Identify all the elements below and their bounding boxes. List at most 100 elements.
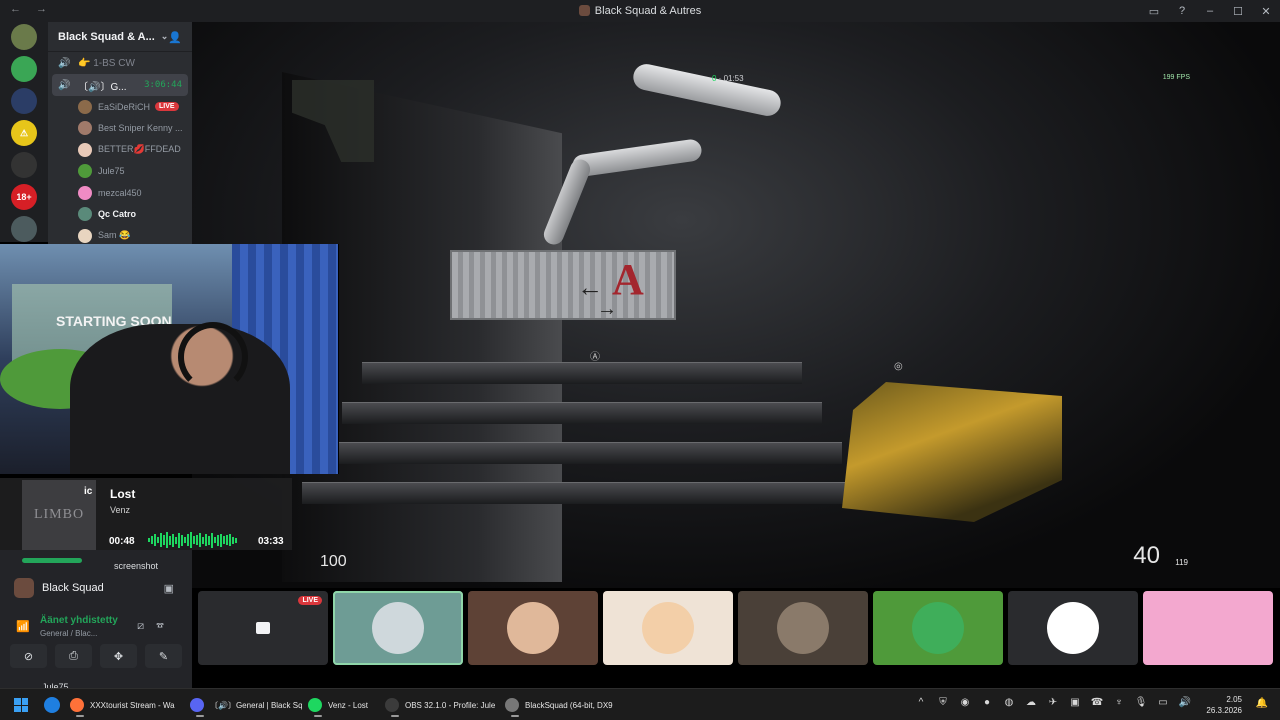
headset [178, 322, 248, 392]
maximize-button[interactable]: ☐ [1224, 0, 1252, 22]
wave-bar [199, 533, 201, 547]
tile-eye[interactable] [333, 591, 463, 665]
server-avatar [14, 578, 34, 598]
help-icon[interactable]: ? [1168, 0, 1196, 22]
screen-share-icon[interactable]: ▣ [164, 582, 174, 595]
live-badge: LIVE [298, 596, 322, 605]
voice-member[interactable]: EaSiDeRiCH LIVE [48, 96, 192, 118]
tile-stream[interactable]: LIVE [198, 591, 328, 665]
wave-bar [175, 536, 177, 544]
tray-icon[interactable]: 🔊 [1178, 697, 1192, 708]
server-icon-avatar-1[interactable] [11, 24, 37, 50]
member-name: BETTER💋FFDEAD [98, 144, 181, 155]
tray-icon[interactable]: ✈ [1046, 697, 1060, 708]
server-icon-server-3[interactable] [11, 88, 37, 114]
running-indicator [391, 715, 399, 717]
notification-bell-icon[interactable]: 🔔 [1256, 698, 1268, 709]
taskbar-app-label: Venz - Lost [328, 700, 369, 710]
voice-member[interactable]: Sam 😂 [48, 225, 192, 244]
health-value: 100 [320, 553, 347, 570]
stair [322, 442, 842, 464]
taskbar-app-discord[interactable]: 〔🔊〕General | Black Squ [190, 693, 302, 717]
server-header[interactable]: Black Squad & A... ⌄ 👤 [48, 22, 192, 52]
tray-icon[interactable]: ◍ [1002, 697, 1016, 708]
member-name: EaSiDeRiCH [98, 101, 151, 112]
tile-detective[interactable] [738, 591, 868, 665]
tile-pink[interactable] [1143, 591, 1273, 665]
close-button[interactable]: ✕ [1252, 0, 1280, 22]
voice-member[interactable]: BETTER💋FFDEAD [48, 139, 192, 161]
tray-icon[interactable]: ▭ [1156, 697, 1170, 708]
disconnect-icon[interactable]: ☎ [156, 620, 176, 632]
participant-avatar [372, 602, 424, 654]
score: 0 [712, 74, 717, 83]
taskbar-app-spotify[interactable]: Venz - Lost [308, 693, 378, 717]
voice-member[interactable]: Best Sniper Kenny ... [48, 118, 192, 140]
windows-start-icon[interactable] [14, 698, 28, 712]
taskbar-app-firefox[interactable]: XXXtourist Stream - Wa [70, 693, 182, 717]
ammo-reserve: 119 [1175, 558, 1188, 567]
signal-icon[interactable]: 📶 [16, 620, 30, 633]
activities-button[interactable]: ✥ [100, 644, 137, 668]
tile-woman[interactable] [468, 591, 598, 665]
member-name: Sam 😂 [98, 230, 131, 241]
wave-bar [226, 535, 228, 545]
participant-avatar [777, 602, 829, 654]
tray-icon[interactable]: ▣ [1068, 697, 1082, 708]
voice-connected-status: Äänet yhdistetty [40, 615, 118, 626]
taskbar-app-obs[interactable]: OBS 32.1.0 - Profile: Jule [385, 693, 497, 717]
voice-member[interactable]: Qc Catro [48, 204, 192, 226]
server-icon-server-18plus[interactable]: 18+ [11, 184, 37, 210]
inbox-icon[interactable]: ▭ [1140, 0, 1168, 22]
tile-vape[interactable] [1008, 591, 1138, 665]
tray-icon[interactable]: ^ [914, 697, 928, 708]
wave-bar [154, 534, 156, 546]
server-icon-avatar-2[interactable] [11, 56, 37, 82]
clock[interactable]: 2.05 26.3.2026 [1206, 694, 1242, 716]
running-indicator [511, 715, 519, 717]
channel-general[interactable]: 🔊 〔🔊〕G... 3:06:44 [52, 74, 188, 96]
avatar [78, 185, 92, 200]
wave-bar [223, 536, 225, 544]
wave-bar [163, 535, 165, 545]
taskbar-app-label: OBS 32.1.0 - Profile: Jule [405, 700, 496, 710]
voice-channel-path[interactable]: General / Blac... [40, 629, 97, 638]
share-screen-button[interactable]: ⎙ [55, 644, 92, 668]
channel-label: 👉 1-BS CW [78, 57, 135, 69]
server-icon-server-5[interactable] [11, 152, 37, 178]
tray-icon[interactable]: ⛨ [936, 697, 950, 708]
channel-bs-cw[interactable]: 🔊 👉 1-BS CW [48, 52, 192, 74]
add-user-icon[interactable]: 👤 [168, 31, 182, 44]
participant-avatar [642, 602, 694, 654]
server-icon-server-warning[interactable]: ⚠ [11, 120, 37, 146]
tray-icon[interactable]: ♆ [1112, 697, 1126, 708]
webcam-overlay: STARTING SOON [0, 244, 339, 474]
tray-icon[interactable]: 🎙 [1134, 697, 1148, 708]
window-title: Black Squad & Autres [0, 5, 1280, 17]
noise-suppression-icon[interactable]: ⧄ [137, 620, 156, 632]
taskbar-app-label: XXXtourist Stream - Wa [90, 700, 175, 710]
tray-icon[interactable]: ● [980, 697, 994, 708]
avatar [78, 164, 92, 179]
taskbar-app-blacksquad[interactable]: BlackSquad (64-bit, DX9 [505, 693, 617, 717]
voice-member[interactable]: Jule75 [48, 161, 192, 183]
running-indicator [314, 715, 322, 717]
tile-aang[interactable] [603, 591, 733, 665]
window-controls: ▭ ? – ☐ ✕ [1140, 0, 1280, 22]
tile-turtle[interactable] [873, 591, 1003, 665]
wave-bar [151, 536, 153, 544]
voice-member[interactable]: mezcal450 [48, 182, 192, 204]
browser-icon[interactable] [44, 697, 60, 713]
tray-icon[interactable]: ☎ [1090, 697, 1104, 708]
server-icon-server-7[interactable] [11, 216, 37, 242]
windows-taskbar: XXXtourist Stream - Wa 〔🔊〕General | Black… [0, 688, 1280, 720]
stream-server-row[interactable]: Black Squad ▣ [0, 574, 192, 602]
soundboard-button[interactable]: ✎ [145, 644, 182, 668]
tray-icon[interactable]: ◉ [958, 697, 972, 708]
voice-action-buttons: ⊘ ⎙ ✥ ✎ [10, 644, 182, 668]
minimize-button[interactable]: – [1196, 0, 1224, 22]
camera-off-button[interactable]: ⊘ [10, 644, 47, 668]
member-list: EaSiDeRiCH LIVE Best Sniper Kenny ... BETTE… [48, 96, 192, 244]
live-badge: LIVE [155, 102, 179, 112]
tray-icon[interactable]: ☁ [1024, 697, 1038, 708]
